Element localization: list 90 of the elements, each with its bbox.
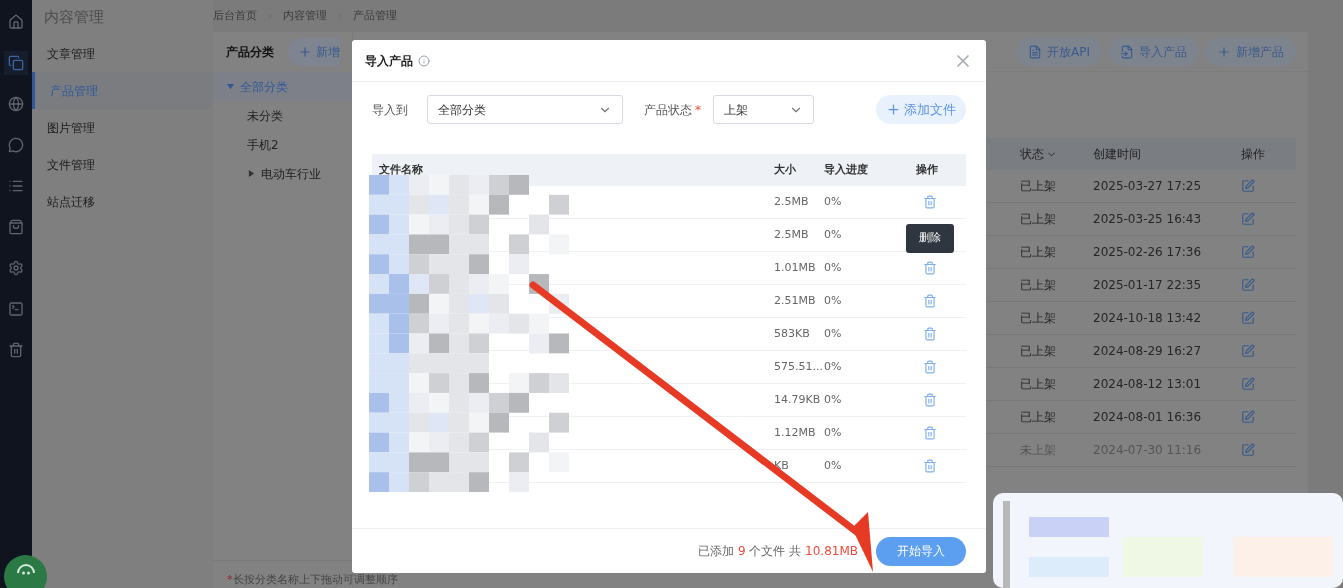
sidebar-item[interactable]: 文章管理 xyxy=(32,35,213,72)
progress-cell-text: 0% xyxy=(823,424,843,441)
size-cell-text: 2.51MB xyxy=(773,292,817,309)
column-header: 文件名称 xyxy=(378,161,424,178)
tree-item[interactable]: 全部分类 xyxy=(213,72,352,101)
size-cell-text: 1.12MB xyxy=(773,424,817,441)
edit-icon[interactable] xyxy=(1241,344,1255,358)
column-header: 操作 xyxy=(916,161,938,178)
delete-icon[interactable] xyxy=(923,360,937,374)
edit-icon[interactable] xyxy=(1241,278,1255,292)
table-cell-text: 2024-10-18 13:42 xyxy=(1093,310,1203,327)
status-cell-text: 已上架 xyxy=(1020,211,1057,228)
sidebar-item[interactable]: 产品管理 xyxy=(32,72,213,109)
table-cell-text: 2024-08-01 16:36 xyxy=(1093,409,1203,426)
sidebar-item[interactable]: 站点迁移 xyxy=(32,183,213,220)
edit-icon[interactable] xyxy=(1241,410,1255,424)
size-cell-text: 14.79KB xyxy=(773,391,820,408)
add-files-button[interactable]: 添加文件 xyxy=(876,95,966,124)
column-header: 操作 xyxy=(1241,146,1265,163)
delete-icon[interactable] xyxy=(923,327,937,341)
info-icon xyxy=(418,54,430,67)
size-cell-text: 2.5MB xyxy=(773,226,810,243)
delete-icon[interactable] xyxy=(923,459,937,473)
dialog-title: 导入产品 xyxy=(365,52,413,70)
progress-cell-text: 0% xyxy=(823,391,843,408)
tooltip: 删除 xyxy=(906,224,954,253)
summary-text: 已添加 9 个文件 共 10.81MB xyxy=(698,543,858,560)
panel-title: 产品分类 xyxy=(226,44,274,61)
edit-icon[interactable] xyxy=(1241,311,1255,325)
column-header: 创建时间 xyxy=(1093,146,1142,163)
column-header[interactable]: 状态 xyxy=(1020,145,1093,163)
caret-icon xyxy=(248,170,255,177)
edit-icon[interactable] xyxy=(1241,179,1255,193)
table-cell-text: 2025-03-25 16:43 xyxy=(1093,211,1203,228)
edit-icon[interactable] xyxy=(1241,245,1255,259)
progress-cell-text: 0% xyxy=(823,358,843,375)
add-button[interactable]: 新增 xyxy=(288,38,340,66)
table-cell-text: 2024-08-12 13:01 xyxy=(1093,376,1203,393)
progress-cell-text: 0% xyxy=(823,259,843,276)
status-cell-text: 已上架 xyxy=(1020,277,1057,294)
progress-cell-text: 0% xyxy=(823,226,843,243)
plus-icon xyxy=(298,45,312,59)
edit-icon[interactable] xyxy=(1241,212,1255,226)
sidebar-item[interactable]: 图片管理 xyxy=(32,109,213,146)
status-cell-text: 已上架 xyxy=(1020,409,1057,426)
table-cell-text: 2025-02-26 17:36 xyxy=(1093,244,1203,261)
toolbar-button[interactable]: 导入产品 xyxy=(1108,37,1199,66)
tree-item[interactable]: 手机2 xyxy=(213,130,352,159)
edit-icon[interactable] xyxy=(1241,443,1255,457)
size-cell-text: 1.01MB xyxy=(773,259,817,276)
plus-icon xyxy=(1217,44,1231,59)
breadcrumb-link[interactable]: 后台首页 xyxy=(213,7,257,25)
tree-item[interactable]: 未分类 xyxy=(213,101,352,130)
delete-icon[interactable] xyxy=(923,393,937,407)
edit-icon[interactable] xyxy=(1241,377,1255,391)
field-label: 产品状态 * xyxy=(644,101,701,119)
document-icon xyxy=(1028,44,1042,59)
progress-cell-text: 0% xyxy=(823,193,843,210)
start-import-button[interactable]: 开始导入 xyxy=(876,536,966,566)
toolbar-button[interactable]: 开放API xyxy=(1016,37,1102,66)
toolbar-button[interactable]: 新增产品 xyxy=(1205,37,1296,66)
status-cell-text: 已上架 xyxy=(1020,178,1057,195)
status-cell-text: 已上架 xyxy=(1020,244,1057,261)
table-cell-text: 2025-03-27 17:25 xyxy=(1093,178,1203,195)
status-cell-text: 已上架 xyxy=(1020,310,1057,327)
table-cell-text: 2024-08-29 16:27 xyxy=(1093,343,1203,360)
size-cell-text: 2.5MB xyxy=(773,193,810,210)
plus-icon xyxy=(886,102,901,117)
delete-icon[interactable] xyxy=(923,294,937,308)
caret-icon xyxy=(227,83,234,90)
progress-cell-text: 0% xyxy=(823,325,843,342)
size-cell-text: 583KB xyxy=(773,325,811,342)
size-cell-text: 575.51... xyxy=(773,358,820,375)
sidebar-item[interactable]: 文件管理 xyxy=(32,146,213,183)
status-cell-text: 已上架 xyxy=(1020,376,1057,393)
tree-item[interactable]: 电动车行业 xyxy=(213,159,352,188)
status-cell-text: 已上架 xyxy=(1020,343,1057,360)
delete-icon[interactable] xyxy=(923,195,937,209)
status-select[interactable]: 上架 xyxy=(713,95,814,124)
delete-icon[interactable] xyxy=(923,426,937,440)
column-header: 大小 xyxy=(773,161,797,178)
copy-icon[interactable] xyxy=(4,51,28,75)
delete-icon[interactable] xyxy=(923,261,937,275)
table-cell-text: 2025-01-17 22:35 xyxy=(1093,277,1203,294)
progress-cell-text: 0% xyxy=(823,292,843,309)
column-header: 导入进度 xyxy=(823,161,869,178)
import-icon xyxy=(1120,44,1134,59)
category-select[interactable]: 全部分类 xyxy=(427,95,623,124)
field-label: 导入到 xyxy=(372,101,409,119)
progress-cell-text: 0% xyxy=(823,457,843,474)
